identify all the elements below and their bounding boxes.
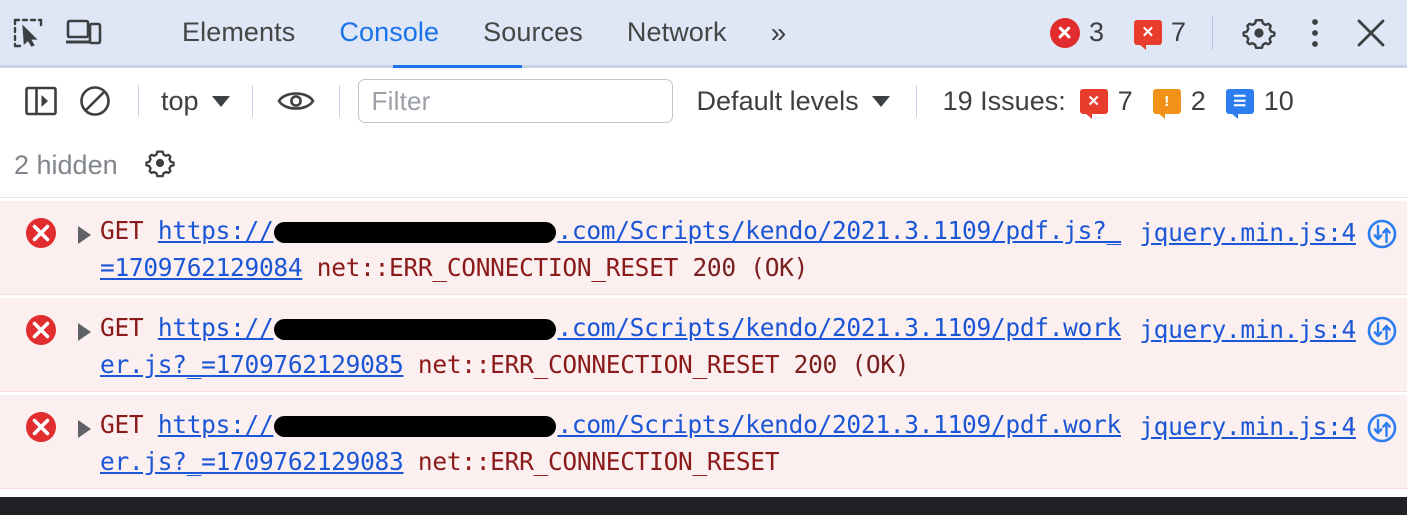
source-location-link[interactable]: jquery.min.js:4 [1139,408,1356,445]
expand-triangle-icon[interactable] [78,420,91,438]
console-message-row[interactable]: GET https://.com/Scripts/kendo/2021.3.11… [0,395,1407,489]
expand-triangle-icon[interactable] [78,226,91,244]
tab-elements[interactable]: Elements [160,0,317,65]
filter-divider-1 [138,85,139,117]
chevron-down-icon [872,96,890,107]
clear-console-icon[interactable] [68,74,122,128]
error-count-value: 3 [1089,17,1104,48]
filter-divider-2 [252,85,253,117]
network-request-icon[interactable] [1367,219,1397,249]
circle-x-icon [24,410,58,444]
filter-placeholder: Filter [372,86,431,117]
devtools-tab-bar: Elements Console Sources Network » 3 ✕ 7 [0,0,1407,68]
message-source-area: jquery.min.js:4 [1139,404,1397,445]
console-filter-toolbar: top Filter Default levels 19 Issues: ✕ 7 [0,68,1407,134]
tab-sources[interactable]: Sources [461,0,605,65]
gear-icon[interactable] [1231,5,1287,61]
message-source-area: jquery.min.js:4 [1139,210,1397,251]
devtools-window: Elements Console Sources Network » 3 ✕ 7 [0,0,1407,515]
inspect-element-icon[interactable] [0,4,56,62]
console-message-row[interactable]: GET https://.com/Scripts/kendo/2021.3.11… [0,298,1407,392]
issue-count-warning-value: 2 [1191,86,1206,117]
bubble-info-icon: ☰ [1226,89,1254,114]
bubble-x-icon: ✕ [1080,89,1108,114]
issue-count-info[interactable]: ☰ 10 [1226,86,1294,117]
execution-context-selector[interactable]: top [155,86,236,117]
filter-divider-3 [339,85,340,117]
http-status-text: 200 (OK) [779,350,909,379]
http-method: GET [100,410,158,439]
issue-count-warning[interactable]: ! 2 [1153,86,1206,117]
redacted-domain [274,319,556,340]
gear-icon[interactable] [144,147,176,184]
error-count[interactable]: 3 [1050,17,1104,48]
chevron-down-icon [212,96,230,107]
console-message-text: GET https://.com/Scripts/kendo/2021.3.11… [100,307,1125,383]
execution-context-value: top [161,86,199,117]
http-method: GET [100,216,158,245]
device-toolbar-icon[interactable] [56,4,112,62]
issues-summary[interactable]: 19 Issues: ✕ 7 ! 2 ☰ 10 [943,86,1314,117]
console-message-list: GET https://.com/Scripts/kendo/2021.3.11… [0,198,1407,489]
toolbar-divider [1212,16,1213,50]
source-location-link[interactable]: jquery.min.js:4 [1139,214,1356,251]
tab-bar-right-controls: 3 ✕ 7 [1050,0,1407,65]
network-error-text: net::ERR_CONNECTION_RESET [403,350,779,379]
bubble-bang-icon: ! [1153,89,1181,114]
redacted-domain [274,416,556,437]
kebab-menu-icon[interactable] [1287,5,1343,61]
issue-count-info-value: 10 [1264,86,1294,117]
url-scheme: https:// [158,216,274,245]
circle-x-icon [1050,18,1080,48]
log-level-label: Default levels [697,86,859,117]
console-message-text: GET https://.com/Scripts/kendo/2021.3.11… [100,404,1125,480]
hidden-messages-bar: 2 hidden [0,134,1407,198]
http-status-text: 200 (OK) [678,253,808,282]
more-tabs-chevron-icon[interactable]: » [755,0,803,65]
warning-message-count[interactable]: ✕ 7 [1134,17,1186,48]
live-expression-icon[interactable] [269,74,323,128]
show-console-sidebar-icon[interactable] [14,74,68,128]
console-message-row[interactable]: GET https://.com/Scripts/kendo/2021.3.11… [0,201,1407,295]
network-error-text: net::ERR_CONNECTION_RESET [403,447,779,476]
expand-triangle-icon[interactable] [78,323,91,341]
log-level-selector[interactable]: Default levels [697,86,890,117]
console-message-text: GET https://.com/Scripts/kendo/2021.3.11… [100,210,1125,286]
url-scheme: https:// [158,313,274,342]
http-method: GET [100,313,158,342]
issue-count-error-value: 7 [1118,86,1133,117]
circle-x-icon [24,313,58,347]
issues-label: 19 Issues: [943,86,1066,117]
network-request-icon[interactable] [1367,316,1397,346]
source-location-link[interactable]: jquery.min.js:4 [1139,311,1356,348]
network-request-icon[interactable] [1367,413,1397,443]
hidden-messages-label: 2 hidden [14,150,118,181]
close-icon[interactable] [1343,5,1399,61]
bubble-x-icon: ✕ [1134,20,1162,45]
network-error-text: net::ERR_CONNECTION_RESET [302,253,678,282]
bottom-status-bar [0,497,1407,515]
message-source-area: jquery.min.js:4 [1139,307,1397,348]
filter-input[interactable]: Filter [358,79,673,123]
tab-console[interactable]: Console [317,0,461,65]
circle-x-icon [24,216,58,250]
tab-list: Elements Console Sources Network » [160,0,802,65]
active-tab-underline [393,65,522,68]
redacted-domain [274,222,556,243]
warning-message-count-value: 7 [1171,17,1186,48]
filter-divider-4 [916,85,917,117]
tab-network[interactable]: Network [605,0,749,65]
url-scheme: https:// [158,410,274,439]
issue-count-error[interactable]: ✕ 7 [1080,86,1133,117]
